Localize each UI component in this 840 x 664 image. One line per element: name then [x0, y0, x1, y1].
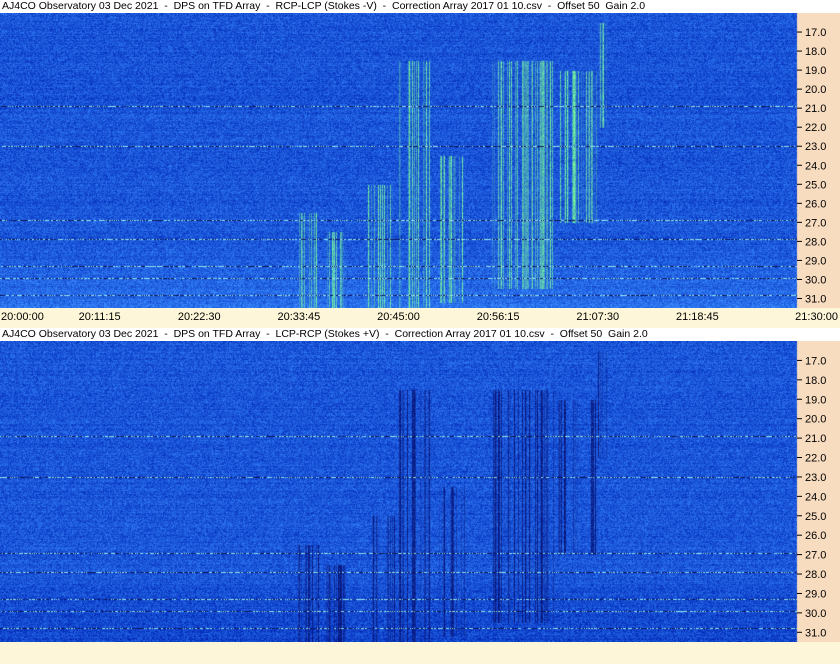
freq-tick-label: 17.0	[805, 355, 826, 367]
freq-tick-label: 18.0	[805, 375, 826, 387]
freq-tick-label: 23.0	[805, 472, 826, 484]
time-tick-label: 20:45:00	[377, 311, 420, 323]
time-tick-label: 20:11:15	[78, 311, 121, 323]
freq-tick-label: 29.0	[805, 255, 826, 267]
freq-tick-label: 27.0	[805, 217, 826, 229]
freq-tick-label: 26.0	[805, 198, 826, 210]
panel-title-top: AJ4CO Observatory 03 Dec 2021 - DPS on T…	[0, 0, 840, 13]
time-tick-label: 20:00:00	[1, 311, 44, 323]
freq-tick-label: 26.0	[805, 530, 826, 542]
time-tick-label: 21:30:00	[795, 311, 838, 323]
freq-tick-label: 22.0	[805, 453, 826, 465]
freq-tick-label: 31.0	[805, 293, 826, 305]
time-tick-label: 20:22:30	[177, 311, 221, 323]
freq-tick-label: 25.0	[805, 179, 826, 191]
freq-tick-label: 20.0	[805, 84, 826, 96]
freq-tick-label: 20.0	[805, 414, 826, 426]
freq-tick-label: 19.0	[805, 394, 826, 406]
time-tick-label: 21:18:45	[675, 311, 719, 323]
freq-tick-label: 30.0	[805, 608, 826, 620]
time-tick-label: 20:56:15	[476, 311, 520, 323]
freq-tick-label: 29.0	[805, 588, 826, 600]
panel-title-bottom: AJ4CO Observatory 03 Dec 2021 - DPS on T…	[0, 328, 840, 341]
freq-tick-label: 27.0	[805, 550, 826, 562]
time-tick-label: 20:33:45	[277, 311, 321, 323]
freq-tick-label: 17.0	[805, 27, 826, 39]
time-tick-label: 21:07:30	[576, 311, 620, 323]
freq-tick-label: 19.0	[805, 65, 826, 77]
freq-tick-label: 30.0	[805, 274, 826, 286]
freq-tick-label: 18.0	[805, 46, 826, 58]
freq-tick-label: 28.0	[805, 569, 826, 581]
freq-tick-label: 22.0	[805, 122, 826, 134]
freq-tick-label: 31.0	[805, 627, 826, 639]
freq-tick-label: 28.0	[805, 236, 826, 248]
freq-tick-label: 24.0	[805, 491, 826, 503]
freq-tick-label: 25.0	[805, 511, 826, 523]
bottom-margin	[0, 642, 840, 664]
time-axis: 20:00:00 20:11:15 20:22:30 20:33:45 20:45:00…	[0, 308, 840, 328]
freq-tick-label: 23.0	[805, 141, 826, 153]
freq-tick-label: 24.0	[805, 160, 826, 172]
frequency-axis-bottom: 31.0 30.0 29.0 28.0 27.0 26.0 25.0 24.0 23.0 22.0…	[797, 355, 826, 639]
freq-tick-label: 21.0	[805, 433, 826, 445]
freq-tick-label: 21.0	[805, 103, 826, 115]
frequency-axis-top: 31.0 30.0 29.0 28.0 27.0 26.0 25.0 24.0 23.0 22.0…	[797, 27, 826, 305]
